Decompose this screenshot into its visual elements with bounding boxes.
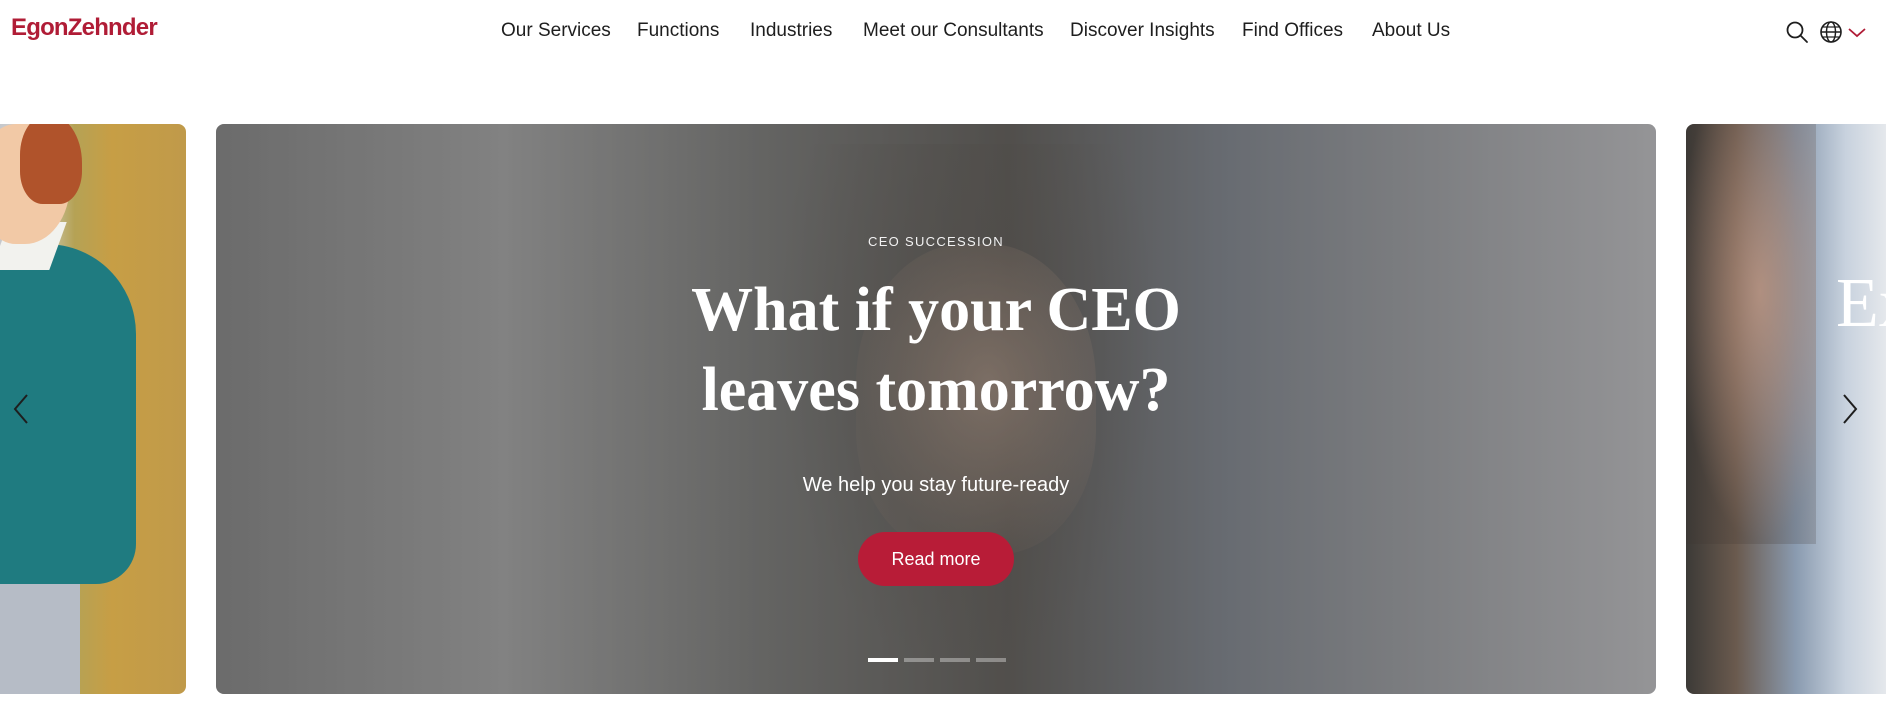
chevron-left-icon[interactable] (9, 392, 33, 426)
search-icon[interactable] (1784, 19, 1810, 45)
illustration-hair (20, 124, 82, 204)
chevron-right-icon[interactable] (1838, 392, 1862, 426)
read-more-button[interactable]: Read more (858, 532, 1014, 586)
slide-headline-line1: What if your CEO (691, 276, 1181, 344)
carousel-dot-3[interactable] (940, 658, 970, 662)
next-slide-photo (1686, 124, 1816, 544)
slide-subline: We help you stay future-ready (802, 474, 1070, 496)
carousel-dot-1[interactable] (868, 658, 898, 662)
site-header: EgonZehnder Our Services Functions Indus… (0, 0, 1886, 64)
slide-headline-line2: leaves tomorrow? (701, 356, 1171, 424)
chevron-down-icon[interactable] (1846, 19, 1868, 45)
nav-industries[interactable]: Industries (750, 20, 832, 42)
nav-discover-insights[interactable]: Discover Insights (1070, 20, 1215, 42)
carousel-pagination (868, 658, 1008, 662)
carousel-dot-4[interactable] (976, 658, 1006, 662)
next-slide-headline-peek: Ex (1836, 265, 1886, 342)
carousel-slide-current: CEO SUCCESSION What if your CEO leaves t… (216, 124, 1656, 694)
carousel-dot-2[interactable] (904, 658, 934, 662)
main-nav: Our Services Functions Industries Meet o… (0, 0, 1886, 64)
slide-headline: What if your CEO leaves tomorrow? (216, 270, 1656, 430)
nav-our-services[interactable]: Our Services (501, 20, 611, 42)
globe-icon[interactable] (1818, 19, 1844, 45)
nav-functions[interactable]: Functions (637, 20, 719, 42)
slide-kicker: CEO SUCCESSION (868, 234, 1004, 249)
nav-meet-our-consultants[interactable]: Meet our Consultants (863, 20, 1044, 42)
nav-about-us[interactable]: About Us (1372, 20, 1450, 42)
nav-find-offices[interactable]: Find Offices (1242, 20, 1343, 42)
